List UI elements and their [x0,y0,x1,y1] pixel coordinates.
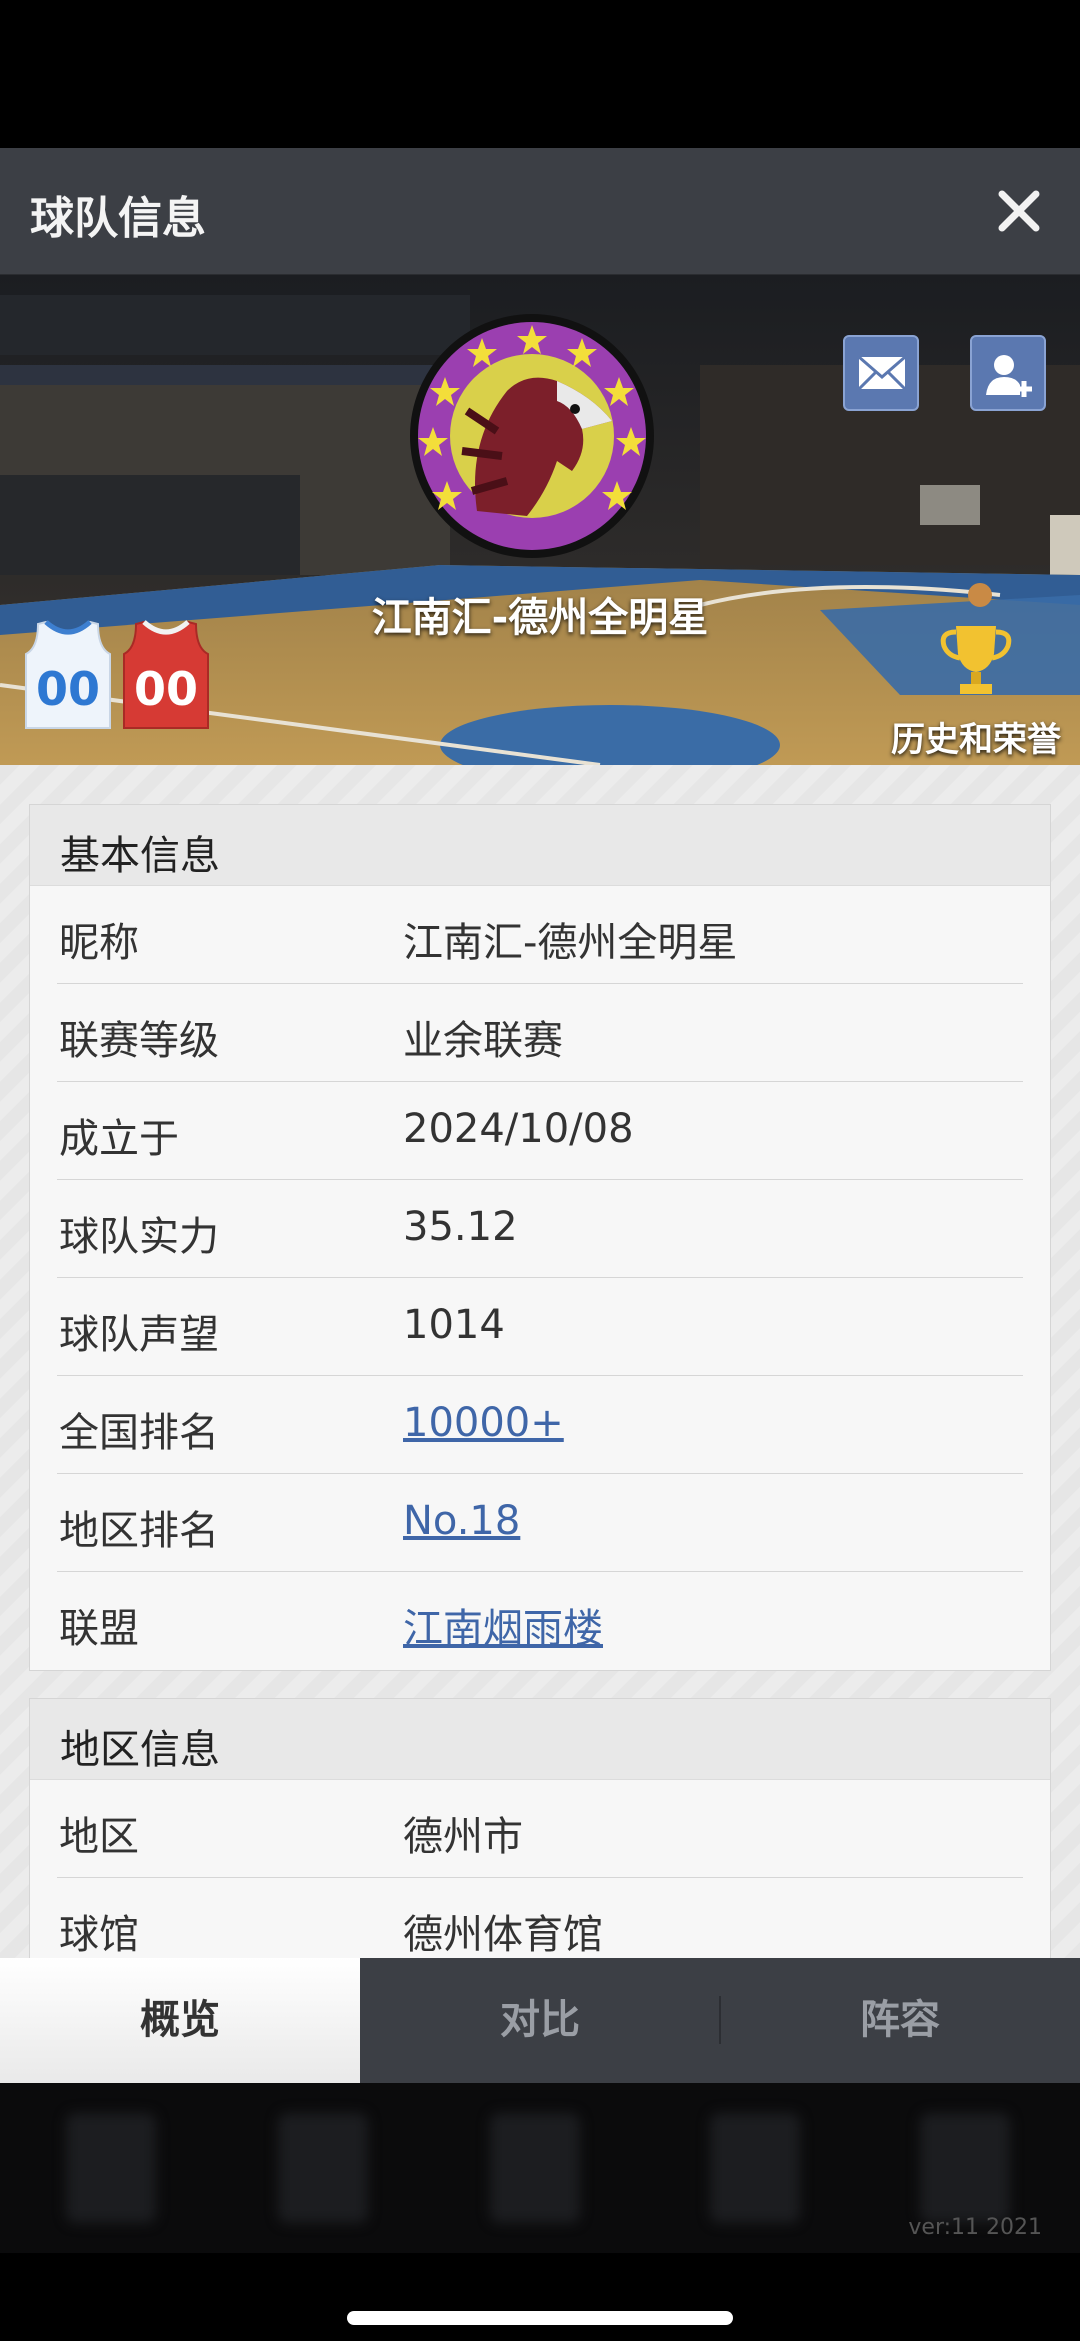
row-value: 1014 [403,1302,505,1348]
home-indicator[interactable] [347,2311,733,2325]
info-row-region: 地区 德州市 [57,1780,1023,1878]
info-row-alliance: 联盟 江南烟雨楼 [57,1572,1023,1670]
row-value: 江南汇-德州全明星 [403,920,738,966]
history-honor-label: 历史和荣誉 [891,720,1061,760]
national-rank-link[interactable]: 10000+ [403,1400,564,1446]
row-label: 地区 [59,1814,139,1860]
tab-roster[interactable]: 阵容 [720,1958,1080,2083]
status-bar [0,0,1080,148]
region-info-title: 地区信息 [60,1727,220,1773]
info-row-arena: 球馆 德州体育馆 [57,1878,1023,1958]
team-banner: 江南汇-德州全明星 00 00 历史和荣誉 [0,275,1080,765]
blurred-nav-item [920,2113,1010,2223]
region-info-header: 地区信息 [30,1699,1050,1780]
overview-content[interactable]: 基本信息 昵称 江南汇-德州全明星 联赛等级 业余联赛 成立于 2024/10/… [0,765,1080,1958]
alliance-link[interactable]: 江南烟雨楼 [403,1596,603,1654]
row-label: 地区排名 [59,1508,219,1554]
tab-compare[interactable]: 对比 [360,1958,720,2083]
basic-info-title: 基本信息 [60,833,220,879]
info-row-founded: 成立于 2024/10/08 [57,1082,1023,1180]
row-label: 联赛等级 [59,1018,219,1064]
info-row-league-level: 联赛等级 业余联赛 [57,984,1023,1082]
blurred-nav-item [710,2113,800,2223]
row-value: 35.12 [403,1204,518,1250]
modal-header: 球队信息 [0,148,1080,275]
row-label: 全国排名 [59,1410,219,1456]
away-jersey-number: 00 [133,662,198,716]
blurred-nav-item [278,2113,368,2223]
region-info-card: 地区信息 地区 德州市 球馆 德州体育馆 [29,1698,1051,1958]
tab-bar: 概览 对比 阵容 [0,1958,1080,2083]
bottom-area: ver:11 2021 [0,2083,1080,2341]
version-label: ver:11 2021 [908,2215,1042,2240]
info-row-reputation: 球队声望 1014 [57,1278,1023,1376]
row-value: 德州体育馆 [403,1912,603,1958]
away-jersey[interactable]: 00 [122,620,210,730]
basic-info-header: 基本信息 [30,805,1050,886]
region-rank-link[interactable]: No.18 [403,1498,520,1544]
home-jersey-number: 00 [35,662,100,716]
row-value: 业余联赛 [403,1018,563,1064]
message-button[interactable] [843,335,919,411]
team-name: 江南汇-德州全明星 [371,595,709,641]
add-friend-button[interactable] [970,335,1046,411]
row-value: 德州市 [403,1814,523,1860]
close-icon [998,190,1040,232]
add-user-icon [986,355,1032,397]
mail-icon [857,355,907,391]
row-value: 2024/10/08 [403,1106,634,1152]
tab-overview[interactable]: 概览 [0,1958,360,2083]
history-honor-button[interactable]: 历史和荣誉 [886,620,1066,760]
row-label: 昵称 [59,920,139,966]
close-button[interactable] [984,176,1054,246]
page-title: 球队信息 [30,193,206,244]
info-row-nickname: 昵称 江南汇-德州全明星 [57,886,1023,984]
home-jersey[interactable]: 00 [24,620,112,730]
row-label: 球馆 [59,1912,139,1958]
row-label: 球队实力 [59,1214,219,1260]
info-row-region-rank: 地区排名 No.18 [57,1474,1023,1572]
row-label: 球队声望 [59,1312,219,1358]
info-row-strength: 球队实力 35.12 [57,1180,1023,1278]
row-label: 成立于 [59,1116,179,1162]
info-row-national-rank: 全国排名 10000+ [57,1376,1023,1474]
team-logo [410,314,654,558]
basic-info-card: 基本信息 昵称 江南汇-德州全明星 联赛等级 业余联赛 成立于 2024/10/… [29,804,1051,1671]
row-label: 联盟 [59,1606,139,1652]
background-nav-blurred: ver:11 2021 [0,2083,1080,2253]
trophy-icon [940,626,1012,694]
blurred-nav-item [66,2113,156,2223]
blurred-nav-item [490,2113,580,2223]
